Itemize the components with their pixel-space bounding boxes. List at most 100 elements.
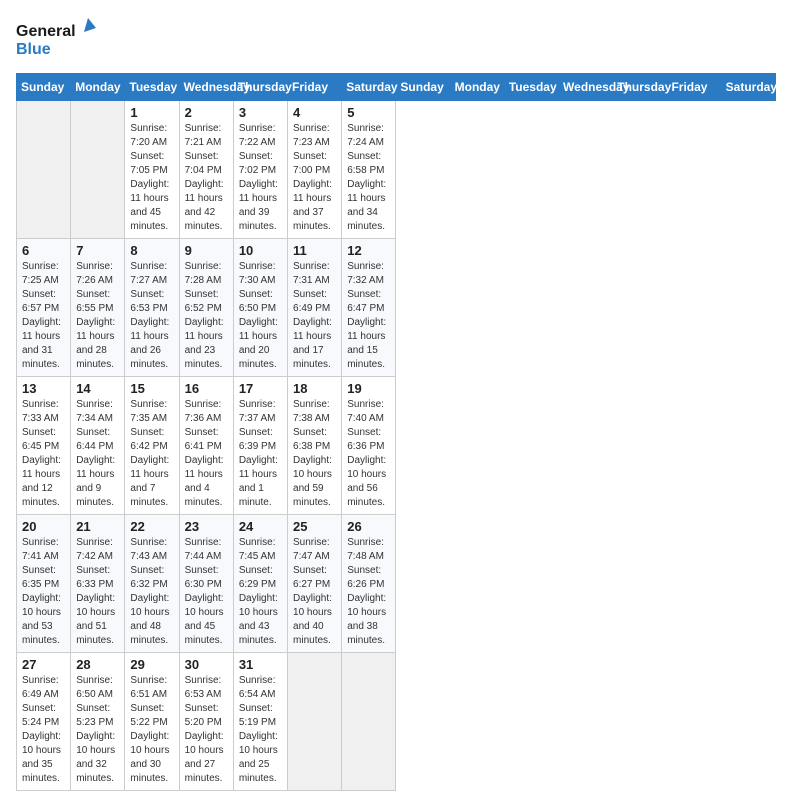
day-number: 12 xyxy=(347,243,390,258)
calendar-cell: 29Sunrise: 6:51 AM Sunset: 5:22 PM Dayli… xyxy=(125,653,179,791)
calendar-week-4: 20 Sunrise: 7:41 AM Sunset: 6:35 PM Dayli… xyxy=(17,515,776,653)
day-info: Sunrise: 7:28 AM Sunset: 6:52 PM Dayligh… xyxy=(185,260,228,372)
calendar-cell: 5 Sunrise: 7:24 AM Sunset: 6:58 PM Daylig… xyxy=(342,101,396,239)
day-info: Sunrise: 6:53 AM Sunset: 5:20 PM Dayligh… xyxy=(185,674,228,786)
day-number: 23 xyxy=(185,519,228,534)
day-number: 26 xyxy=(347,519,390,534)
day-number: 28 xyxy=(76,657,119,672)
weekday-header-monday: Monday xyxy=(71,74,125,101)
day-number: 8 xyxy=(130,243,173,258)
day-info: Sunrise: 7:42 AM Sunset: 6:33 PM Dayligh… xyxy=(76,536,119,648)
day-info: Sunrise: 7:47 AM Sunset: 6:27 PM Dayligh… xyxy=(293,536,336,648)
day-info: Sunrise: 7:37 AM Sunset: 6:39 PM Dayligh… xyxy=(239,398,282,510)
calendar-cell xyxy=(288,653,342,791)
weekday-header-monday: Monday xyxy=(450,74,504,101)
day-number: 3 xyxy=(239,105,282,120)
day-info: Sunrise: 7:34 AM Sunset: 6:44 PM Dayligh… xyxy=(76,398,119,510)
day-info: Sunrise: 7:43 AM Sunset: 6:32 PM Dayligh… xyxy=(130,536,173,648)
calendar-cell: 30 Sunrise: 6:53 AM Sunset: 5:20 PM Dayli… xyxy=(179,653,233,791)
calendar-cell: 27Sunrise: 6:49 AM Sunset: 5:24 PM Dayli… xyxy=(17,653,71,791)
day-info: Sunrise: 7:48 AM Sunset: 6:26 PM Dayligh… xyxy=(347,536,390,648)
calendar-cell: 1Sunrise: 7:20 AM Sunset: 7:05 PM Daylig… xyxy=(125,101,179,239)
calendar-cell: 24Sunrise: 7:45 AM Sunset: 6:29 PM Dayli… xyxy=(233,515,287,653)
calendar-cell: 13 Sunrise: 7:33 AM Sunset: 6:45 PM Dayli… xyxy=(17,377,71,515)
day-number: 18 xyxy=(293,381,336,396)
calendar-cell: 3 Sunrise: 7:22 AM Sunset: 7:02 PM Daylig… xyxy=(233,101,287,239)
day-info: Sunrise: 6:54 AM Sunset: 5:19 PM Dayligh… xyxy=(239,674,282,786)
calendar-week-5: 27Sunrise: 6:49 AM Sunset: 5:24 PM Dayli… xyxy=(17,653,776,791)
weekday-header-thursday: Thursday xyxy=(233,74,287,101)
day-info: Sunrise: 6:51 AM Sunset: 5:22 PM Dayligh… xyxy=(130,674,173,786)
calendar-cell: 11 Sunrise: 7:31 AM Sunset: 6:49 PM Dayli… xyxy=(288,239,342,377)
calendar-week-2: 6Sunrise: 7:25 AM Sunset: 6:57 PM Daylig… xyxy=(17,239,776,377)
calendar-cell: 28 Sunrise: 6:50 AM Sunset: 5:23 PM Dayli… xyxy=(71,653,125,791)
calendar-cell: 21 Sunrise: 7:42 AM Sunset: 6:33 PM Dayli… xyxy=(71,515,125,653)
calendar-cell xyxy=(17,101,71,239)
calendar-cell: 15 Sunrise: 7:35 AM Sunset: 6:42 PM Dayli… xyxy=(125,377,179,515)
calendar-week-1: 1Sunrise: 7:20 AM Sunset: 7:05 PM Daylig… xyxy=(17,101,776,239)
day-number: 11 xyxy=(293,243,336,258)
weekday-header-saturday: Saturday xyxy=(342,74,396,101)
day-info: Sunrise: 7:40 AM Sunset: 6:36 PM Dayligh… xyxy=(347,398,390,510)
weekday-header-saturday: Saturday xyxy=(721,74,775,101)
day-number: 24 xyxy=(239,519,282,534)
calendar-cell: 19 Sunrise: 7:40 AM Sunset: 6:36 PM Dayli… xyxy=(342,377,396,515)
day-info: Sunrise: 7:31 AM Sunset: 6:49 PM Dayligh… xyxy=(293,260,336,372)
day-number: 10 xyxy=(239,243,282,258)
calendar-cell: 23 Sunrise: 7:44 AM Sunset: 6:30 PM Dayli… xyxy=(179,515,233,653)
day-number: 30 xyxy=(185,657,228,672)
weekday-header-friday: Friday xyxy=(667,74,721,101)
calendar-cell: 16Sunrise: 7:36 AM Sunset: 6:41 PM Dayli… xyxy=(179,377,233,515)
day-number: 4 xyxy=(293,105,336,120)
svg-text:General: General xyxy=(16,23,76,40)
day-info: Sunrise: 7:27 AM Sunset: 6:53 PM Dayligh… xyxy=(130,260,173,372)
calendar-cell: 25Sunrise: 7:47 AM Sunset: 6:27 PM Dayli… xyxy=(288,515,342,653)
calendar-cell: 12 Sunrise: 7:32 AM Sunset: 6:47 PM Dayli… xyxy=(342,239,396,377)
day-info: Sunrise: 7:30 AM Sunset: 6:50 PM Dayligh… xyxy=(239,260,282,372)
day-info: Sunrise: 7:33 AM Sunset: 6:45 PM Dayligh… xyxy=(22,398,65,510)
day-info: Sunrise: 7:20 AM Sunset: 7:05 PM Dayligh… xyxy=(130,122,173,234)
header-row: SundayMondayTuesdayWednesdayThursdayFrid… xyxy=(17,74,776,101)
calendar-cell: 8 Sunrise: 7:27 AM Sunset: 6:53 PM Daylig… xyxy=(125,239,179,377)
day-number: 22 xyxy=(130,519,173,534)
day-number: 13 xyxy=(22,381,65,396)
calendar-cell: 22 Sunrise: 7:43 AM Sunset: 6:32 PM Dayli… xyxy=(125,515,179,653)
day-info: Sunrise: 7:32 AM Sunset: 6:47 PM Dayligh… xyxy=(347,260,390,372)
day-number: 6 xyxy=(22,243,65,258)
calendar-cell: 2Sunrise: 7:21 AM Sunset: 7:04 PM Daylig… xyxy=(179,101,233,239)
weekday-header-friday: Friday xyxy=(288,74,342,101)
calendar-cell: 10 Sunrise: 7:30 AM Sunset: 6:50 PM Dayli… xyxy=(233,239,287,377)
day-number: 14 xyxy=(76,381,119,396)
weekday-header-sunday: Sunday xyxy=(396,74,450,101)
logo-svg: General Blue xyxy=(16,16,96,61)
day-info: Sunrise: 6:50 AM Sunset: 5:23 PM Dayligh… xyxy=(76,674,119,786)
day-number: 5 xyxy=(347,105,390,120)
day-number: 16 xyxy=(185,381,228,396)
day-number: 31 xyxy=(239,657,282,672)
day-number: 20 xyxy=(22,519,65,534)
calendar-week-3: 13 Sunrise: 7:33 AM Sunset: 6:45 PM Dayli… xyxy=(17,377,776,515)
day-number: 9 xyxy=(185,243,228,258)
day-number: 17 xyxy=(239,381,282,396)
calendar-cell: 20 Sunrise: 7:41 AM Sunset: 6:35 PM Dayli… xyxy=(17,515,71,653)
day-number: 15 xyxy=(130,381,173,396)
day-number: 21 xyxy=(76,519,119,534)
weekday-header-thursday: Thursday xyxy=(613,74,667,101)
day-info: Sunrise: 7:44 AM Sunset: 6:30 PM Dayligh… xyxy=(185,536,228,648)
calendar-cell: 7Sunrise: 7:26 AM Sunset: 6:55 PM Daylig… xyxy=(71,239,125,377)
weekday-header-wednesday: Wednesday xyxy=(559,74,613,101)
calendar-cell: 31 Sunrise: 6:54 AM Sunset: 5:19 PM Dayli… xyxy=(233,653,287,791)
day-number: 27 xyxy=(22,657,65,672)
day-info: Sunrise: 7:38 AM Sunset: 6:38 PM Dayligh… xyxy=(293,398,336,510)
day-info: Sunrise: 7:22 AM Sunset: 7:02 PM Dayligh… xyxy=(239,122,282,234)
calendar-cell: 6Sunrise: 7:25 AM Sunset: 6:57 PM Daylig… xyxy=(17,239,71,377)
day-info: Sunrise: 7:35 AM Sunset: 6:42 PM Dayligh… xyxy=(130,398,173,510)
calendar-cell: 18 Sunrise: 7:38 AM Sunset: 6:38 PM Dayli… xyxy=(288,377,342,515)
day-info: Sunrise: 7:24 AM Sunset: 6:58 PM Dayligh… xyxy=(347,122,390,234)
day-number: 2 xyxy=(185,105,228,120)
day-number: 7 xyxy=(76,243,119,258)
day-number: 19 xyxy=(347,381,390,396)
day-info: Sunrise: 7:41 AM Sunset: 6:35 PM Dayligh… xyxy=(22,536,65,648)
weekday-header-wednesday: Wednesday xyxy=(179,74,233,101)
calendar-cell: 26 Sunrise: 7:48 AM Sunset: 6:26 PM Dayli… xyxy=(342,515,396,653)
